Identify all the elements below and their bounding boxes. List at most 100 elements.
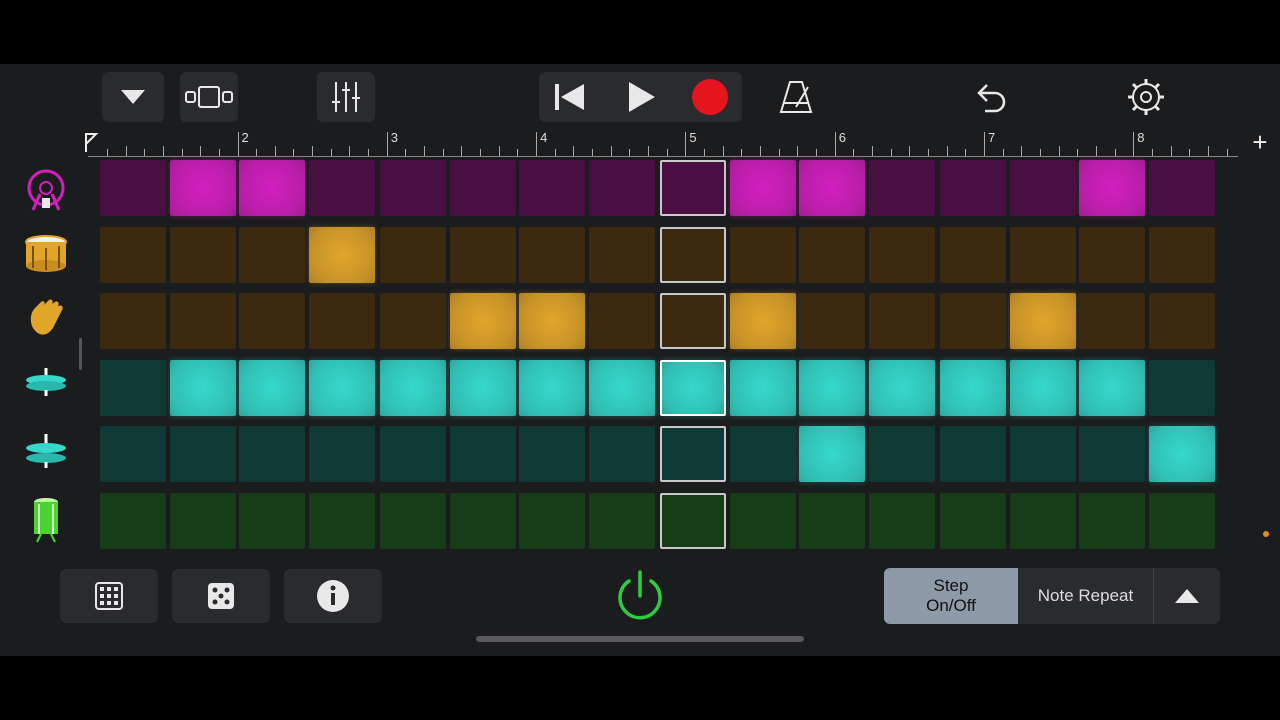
- step-pad[interactable]: [729, 160, 796, 216]
- step-pad[interactable]: [729, 492, 796, 549]
- step-pad[interactable]: [1148, 160, 1215, 216]
- step-pad[interactable]: [239, 293, 305, 349]
- step-pad[interactable]: [1148, 226, 1215, 283]
- step-pad[interactable]: [239, 226, 305, 283]
- step-pad[interactable]: [940, 492, 1006, 549]
- step-pad[interactable]: [588, 226, 655, 283]
- step-pad[interactable]: [1079, 359, 1145, 416]
- step-pad[interactable]: [660, 492, 726, 549]
- step-pad[interactable]: [519, 160, 585, 216]
- step-pad[interactable]: [519, 359, 585, 416]
- step-pad[interactable]: [1009, 492, 1076, 549]
- step-pad[interactable]: [799, 226, 865, 283]
- step-pad[interactable]: [1079, 426, 1145, 482]
- step-pad[interactable]: [799, 359, 865, 416]
- step-pad[interactable]: [308, 293, 375, 349]
- step-pad[interactable]: [169, 293, 236, 349]
- step-pad[interactable]: [1148, 359, 1215, 416]
- step-pad[interactable]: [380, 160, 446, 216]
- step-pad[interactable]: [799, 293, 865, 349]
- step-pad[interactable]: [519, 492, 585, 549]
- info-button[interactable]: [284, 569, 382, 623]
- step-pad[interactable]: [519, 426, 585, 482]
- closed-hihat-icon[interactable]: [23, 366, 69, 406]
- step-pad[interactable]: [940, 426, 1006, 482]
- snare-drum-icon[interactable]: [23, 234, 69, 274]
- sequencer-power-button[interactable]: [611, 567, 669, 625]
- step-pad[interactable]: [239, 160, 305, 216]
- step-pad[interactable]: [380, 293, 446, 349]
- scroll-indicator[interactable]: [79, 338, 82, 370]
- step-pad[interactable]: [519, 293, 585, 349]
- note-repeat-toggle[interactable]: Note Repeat: [1018, 568, 1153, 624]
- step-pad[interactable]: [1148, 492, 1215, 549]
- step-pad[interactable]: [169, 492, 236, 549]
- step-pad[interactable]: [1079, 226, 1145, 283]
- pad-grid-button[interactable]: [60, 569, 158, 623]
- step-pad[interactable]: [940, 359, 1006, 416]
- step-pad[interactable]: [308, 160, 375, 216]
- step-pad[interactable]: [1079, 492, 1145, 549]
- step-pad[interactable]: [100, 293, 166, 349]
- step-pad[interactable]: [1009, 426, 1076, 482]
- step-pad[interactable]: [308, 426, 375, 482]
- step-pad[interactable]: [588, 160, 655, 216]
- step-pad[interactable]: [799, 160, 865, 216]
- step-pad[interactable]: [588, 492, 655, 549]
- hand-clap-icon[interactable]: [25, 298, 67, 342]
- step-on-off-toggle[interactable]: Step On/Off: [884, 568, 1018, 624]
- step-pad[interactable]: [100, 426, 166, 482]
- step-pad[interactable]: [940, 226, 1006, 283]
- step-pad[interactable]: [449, 492, 516, 549]
- step-pad[interactable]: [660, 226, 726, 283]
- step-pad[interactable]: [868, 492, 935, 549]
- step-pad[interactable]: [729, 226, 796, 283]
- tom-drum-icon[interactable]: [31, 496, 61, 544]
- step-pad[interactable]: [868, 359, 935, 416]
- step-pad[interactable]: [1148, 426, 1215, 482]
- step-pad[interactable]: [100, 492, 166, 549]
- step-pad[interactable]: [169, 226, 236, 283]
- step-pad[interactable]: [169, 160, 236, 216]
- step-pad[interactable]: [239, 426, 305, 482]
- step-pad[interactable]: [449, 359, 516, 416]
- step-pad[interactable]: [868, 160, 935, 216]
- step-pad[interactable]: [239, 359, 305, 416]
- step-pad[interactable]: [449, 226, 516, 283]
- open-hihat-icon[interactable]: [23, 432, 69, 472]
- step-pad[interactable]: [729, 293, 796, 349]
- step-pad[interactable]: [868, 293, 935, 349]
- step-pad[interactable]: [660, 359, 726, 416]
- step-pad[interactable]: [1009, 160, 1076, 216]
- step-pad[interactable]: [588, 426, 655, 482]
- step-pad[interactable]: [169, 359, 236, 416]
- step-pad[interactable]: [729, 359, 796, 416]
- step-pad[interactable]: [940, 293, 1006, 349]
- randomize-button[interactable]: [172, 569, 270, 623]
- step-pad[interactable]: [729, 426, 796, 482]
- step-pad[interactable]: [1009, 226, 1076, 283]
- step-pad[interactable]: [868, 226, 935, 283]
- step-pad[interactable]: [449, 293, 516, 349]
- step-pad[interactable]: [380, 492, 446, 549]
- step-pad[interactable]: [588, 293, 655, 349]
- step-pad[interactable]: [449, 160, 516, 216]
- step-pad[interactable]: [799, 492, 865, 549]
- kick-drum-icon[interactable]: [25, 168, 67, 212]
- expand-button[interactable]: [1154, 568, 1220, 624]
- step-pad[interactable]: [308, 226, 375, 283]
- step-pad[interactable]: [868, 426, 935, 482]
- step-pad[interactable]: [100, 226, 166, 283]
- timeline-ruler[interactable]: 2 3 4 5 6 7 8: [85, 64, 1238, 157]
- step-pad[interactable]: [100, 160, 166, 216]
- step-pad[interactable]: [660, 160, 726, 216]
- add-bar-button[interactable]: +: [1248, 128, 1272, 156]
- home-indicator[interactable]: [476, 636, 804, 642]
- step-pad[interactable]: [1079, 293, 1145, 349]
- step-pad[interactable]: [1009, 293, 1076, 349]
- step-pad[interactable]: [1079, 160, 1145, 216]
- step-pad[interactable]: [169, 426, 236, 482]
- step-pad[interactable]: [239, 492, 305, 549]
- step-pad[interactable]: [1009, 359, 1076, 416]
- step-pad[interactable]: [660, 426, 726, 482]
